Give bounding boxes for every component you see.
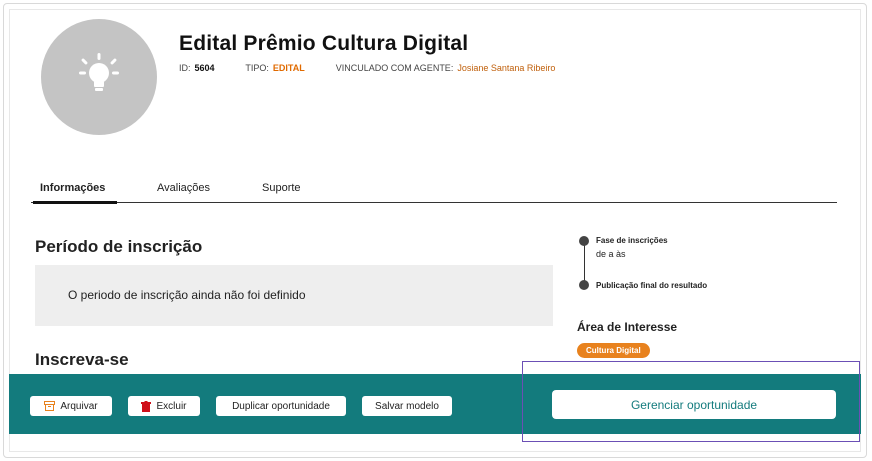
- tab-avaliacoes[interactable]: Avaliações: [157, 182, 210, 194]
- tab-bar: Informações Avaliações Suporte: [31, 178, 837, 204]
- id-value: 5604: [194, 63, 215, 73]
- agent-link[interactable]: Josiane Santana Ribeiro: [457, 63, 555, 73]
- area-interesse-heading: Área de Interesse: [577, 320, 678, 334]
- area-tag[interactable]: Cultura Digital: [577, 343, 650, 358]
- archive-icon: [44, 401, 56, 411]
- inscreva-heading: Inscreva-se: [35, 350, 129, 369]
- agent-label: VINCULADO COM AGENTE:: [335, 63, 454, 73]
- gerenciar-label: Gerenciar oportunidade: [630, 397, 758, 412]
- tab-informacoes[interactable]: Informações: [40, 182, 105, 194]
- excluir-button[interactable]: Excluir: [128, 396, 200, 416]
- timeline-phase-dates: de a às: [596, 249, 626, 259]
- opportunity-avatar: [41, 19, 157, 135]
- timeline-line: [584, 243, 585, 283]
- timeline-dot-resultado: [579, 280, 589, 290]
- excluir-label: Excluir: [156, 400, 187, 412]
- timeline-dot-inscricoes: [579, 236, 589, 246]
- trash-icon: [141, 400, 152, 412]
- page-frame: Edital Prêmio Cultura Digital ID: 5604 TI…: [3, 3, 867, 458]
- periodo-info-box: O periodo de inscrição ainda não foi def…: [35, 265, 553, 326]
- periodo-message: O periodo de inscrição ainda não foi def…: [68, 288, 306, 302]
- id-label: ID:: [179, 63, 191, 73]
- arquivar-label: Arquivar: [60, 400, 98, 412]
- opportunity-meta: ID: 5604 TIPO: EDITAL VINCULADO COM AGENTE…: [179, 63, 555, 73]
- tab-suporte[interactable]: Suporte: [262, 182, 301, 194]
- type-label: TIPO:: [245, 63, 269, 73]
- arquivar-button[interactable]: Arquivar: [30, 396, 112, 416]
- duplicar-label: Duplicar oportunidade: [232, 400, 330, 412]
- periodo-heading: Período de inscrição: [35, 237, 203, 256]
- timeline-phase-inscricoes: Fase de inscrições: [596, 236, 668, 245]
- lightbulb-icon: [79, 53, 119, 91]
- salvar-modelo-button[interactable]: Salvar modelo: [362, 396, 452, 416]
- action-bar: Arquivar Excluir Duplicar oportunidade S…: [9, 374, 861, 434]
- gerenciar-oportunidade-button[interactable]: Gerenciar oportunidade: [552, 390, 836, 419]
- type-value: EDITAL: [272, 63, 305, 73]
- duplicar-oportunidade-button[interactable]: Duplicar oportunidade: [216, 396, 346, 416]
- salvar-label: Salvar modelo: [375, 400, 439, 412]
- timeline-phase-resultado: Publicação final do resultado: [596, 281, 708, 290]
- active-tab-indicator: [33, 201, 117, 204]
- page-title: Edital Prêmio Cultura Digital: [179, 32, 469, 55]
